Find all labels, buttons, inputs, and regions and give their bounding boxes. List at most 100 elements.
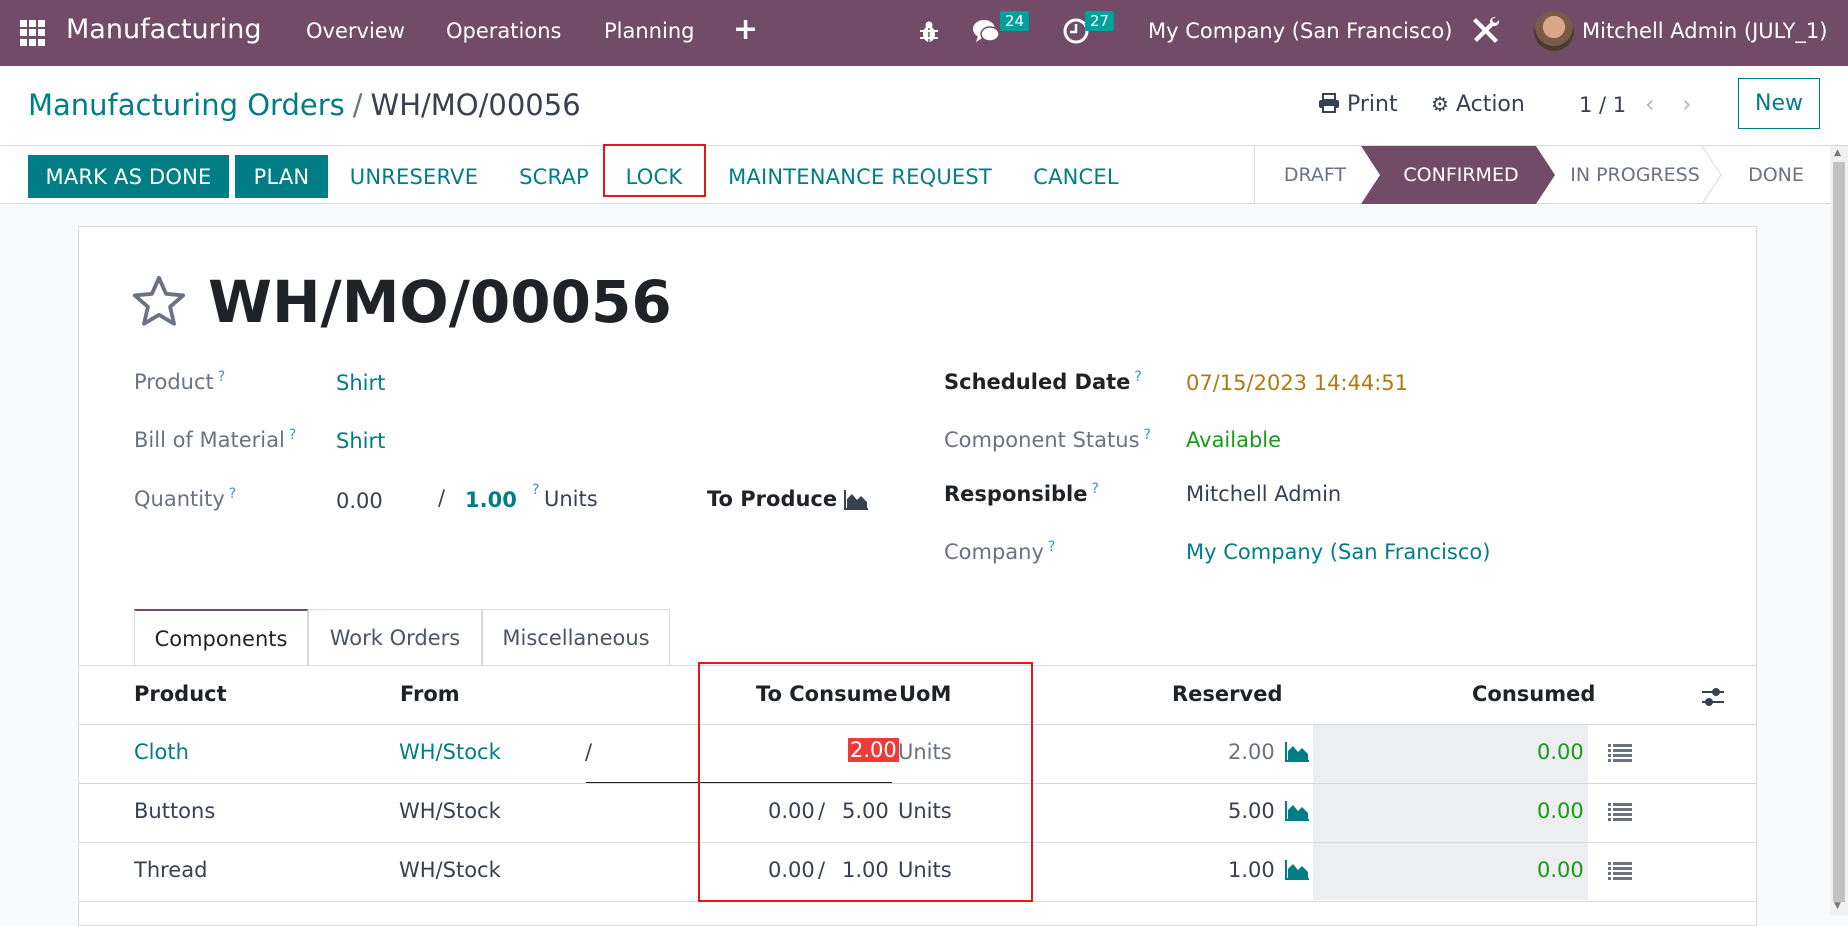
row-uom[interactable]: Units	[898, 858, 952, 882]
new-button[interactable]: New	[1738, 78, 1820, 129]
product-label-text: Product	[134, 370, 214, 394]
menu-overview[interactable]: Overview	[306, 19, 405, 43]
help-icon[interactable]: ?	[1144, 427, 1151, 443]
quantity-label-text: Quantity	[134, 487, 225, 511]
product-value[interactable]: Shirt	[336, 371, 385, 395]
quantity-produced[interactable]: 0.00	[336, 489, 383, 513]
column-to-consume[interactable]: To Consume	[756, 682, 898, 706]
bug-icon[interactable]	[918, 20, 940, 44]
table-top-border	[78, 665, 1757, 666]
gear-icon: ⚙	[1431, 92, 1449, 116]
help-icon[interactable]: ?	[289, 427, 296, 443]
scheduled-date-value[interactable]: 07/15/2023 14:44:51	[1186, 371, 1408, 395]
column-consumed[interactable]: Consumed	[1472, 682, 1595, 706]
row-divider	[78, 783, 1757, 784]
column-uom[interactable]: UoM	[899, 682, 951, 706]
scrollbar-thumb[interactable]	[1833, 162, 1845, 902]
to-consume-input[interactable]: 2.00	[848, 738, 899, 762]
company-value[interactable]: My Company (San Francisco)	[1186, 540, 1490, 564]
app-name[interactable]: Manufacturing	[66, 14, 262, 45]
control-panel: Manufacturing Orders / WH/MO/00056 Print ⚙…	[0, 66, 1848, 146]
scroll-down-icon[interactable]: ▼	[1834, 901, 1841, 911]
menu-planning[interactable]: Planning	[604, 19, 694, 43]
stage-draft[interactable]: DRAFT	[1255, 146, 1375, 204]
column-product[interactable]: Product	[134, 682, 227, 706]
star-icon[interactable]	[130, 273, 188, 331]
area-chart-icon[interactable]	[843, 489, 869, 511]
row-to-consume[interactable]: 5.00	[842, 799, 889, 823]
details-list-icon[interactable]	[1608, 802, 1632, 822]
tools-icon[interactable]	[1470, 14, 1502, 46]
row-consumed[interactable]: 0.00	[1537, 799, 1584, 823]
print-button[interactable]: Print	[1318, 92, 1398, 117]
row-from[interactable]: WH/Stock	[399, 858, 501, 882]
menu-operations[interactable]: Operations	[446, 19, 561, 43]
plan-button[interactable]: PLAN	[235, 155, 328, 198]
scrap-button[interactable]: SCRAP	[508, 155, 600, 198]
forecast-chart-icon[interactable]	[1284, 741, 1310, 763]
printer-icon	[1319, 93, 1339, 113]
to-produce-label: To Produce	[707, 487, 838, 511]
row-uom[interactable]: Units	[898, 740, 952, 764]
row-consumed[interactable]: 0.00	[1537, 740, 1584, 764]
tab-components[interactable]: Components	[134, 609, 308, 666]
status-bar: MARK AS DONE PLAN UNRESERVE SCRAP LOCK M…	[0, 144, 1831, 204]
bom-label: Bill of Material?	[134, 427, 296, 452]
forecast-chart-icon[interactable]	[1284, 859, 1310, 881]
quantity-label: Quantity?	[134, 486, 236, 511]
page-scrollbar[interactable]: ▲ ▼	[1830, 146, 1848, 915]
cancel-button[interactable]: CANCEL	[1022, 155, 1130, 198]
avatar[interactable]	[1534, 11, 1574, 51]
pager-next-icon[interactable]: ›	[1682, 90, 1692, 118]
scheduled-date-label-text: Scheduled Date	[944, 370, 1131, 394]
help-icon[interactable]: ?	[1092, 481, 1099, 497]
row-consumed[interactable]: 0.00	[1537, 858, 1584, 882]
help-icon[interactable]: ?	[218, 369, 225, 385]
stage-done[interactable]: DONE	[1721, 146, 1831, 204]
details-list-icon[interactable]	[1608, 743, 1632, 763]
row-product[interactable]: Cloth	[134, 740, 189, 764]
row-from[interactable]: WH/Stock	[399, 799, 501, 823]
mark-as-done-button[interactable]: MARK AS DONE	[28, 155, 229, 198]
forecast-chart-icon[interactable]	[1284, 800, 1310, 822]
help-icon[interactable]: ?	[1134, 369, 1141, 385]
quantity-uom[interactable]: Units	[544, 487, 598, 511]
help-icon[interactable]: ?	[229, 486, 236, 502]
help-icon[interactable]: ?	[1048, 539, 1055, 555]
bom-value[interactable]: Shirt	[336, 429, 385, 453]
company-label-text: Company	[944, 540, 1044, 564]
row-product[interactable]: Buttons	[134, 799, 215, 823]
details-list-icon[interactable]	[1608, 861, 1632, 881]
column-reserved[interactable]: Reserved	[1172, 682, 1282, 706]
tab-work-orders[interactable]: Work Orders	[308, 609, 482, 666]
record-title: WH/MO/00056	[208, 268, 672, 336]
stage-in-progress[interactable]: IN PROGRESS	[1555, 146, 1715, 204]
stage-confirmed[interactable]: CONFIRMED	[1375, 146, 1547, 204]
action-button[interactable]: ⚙ Action	[1431, 92, 1525, 117]
breadcrumb-manufacturing-orders[interactable]: Manufacturing Orders	[28, 88, 345, 122]
row-product[interactable]: Thread	[134, 858, 207, 882]
quantity-total[interactable]: 1.00	[465, 488, 517, 512]
scroll-up-icon[interactable]: ▲	[1834, 148, 1841, 158]
help-icon[interactable]: ?	[532, 482, 539, 498]
action-label: Action	[1455, 92, 1525, 117]
company-switcher[interactable]: My Company (San Francisco)	[1148, 19, 1452, 43]
pager-previous-icon[interactable]: ‹	[1645, 90, 1655, 118]
row-uom[interactable]: Units	[898, 799, 952, 823]
chat-icon[interactable]	[972, 17, 1002, 45]
row-from[interactable]: WH/Stock	[399, 740, 501, 764]
plus-icon[interactable]: +	[733, 12, 758, 47]
tab-miscellaneous[interactable]: Miscellaneous	[482, 609, 670, 666]
apps-grid-icon[interactable]	[20, 20, 46, 46]
row-to-consume[interactable]: 1.00	[842, 858, 889, 882]
lock-button[interactable]: LOCK	[604, 155, 704, 198]
print-label: Print	[1347, 92, 1398, 117]
optional-columns-icon[interactable]	[1701, 686, 1725, 708]
responsible-value[interactable]: Mitchell Admin	[1186, 482, 1341, 506]
pager-value[interactable]: 1 / 1	[1579, 93, 1626, 117]
maintenance-request-button[interactable]: MAINTENANCE REQUEST	[716, 155, 1004, 198]
column-from[interactable]: From	[400, 682, 460, 706]
row-reserved: 1.00	[1228, 858, 1275, 882]
user-menu[interactable]: Mitchell Admin (JULY_1)	[1582, 19, 1827, 43]
unreserve-button[interactable]: UNRESERVE	[338, 155, 490, 198]
